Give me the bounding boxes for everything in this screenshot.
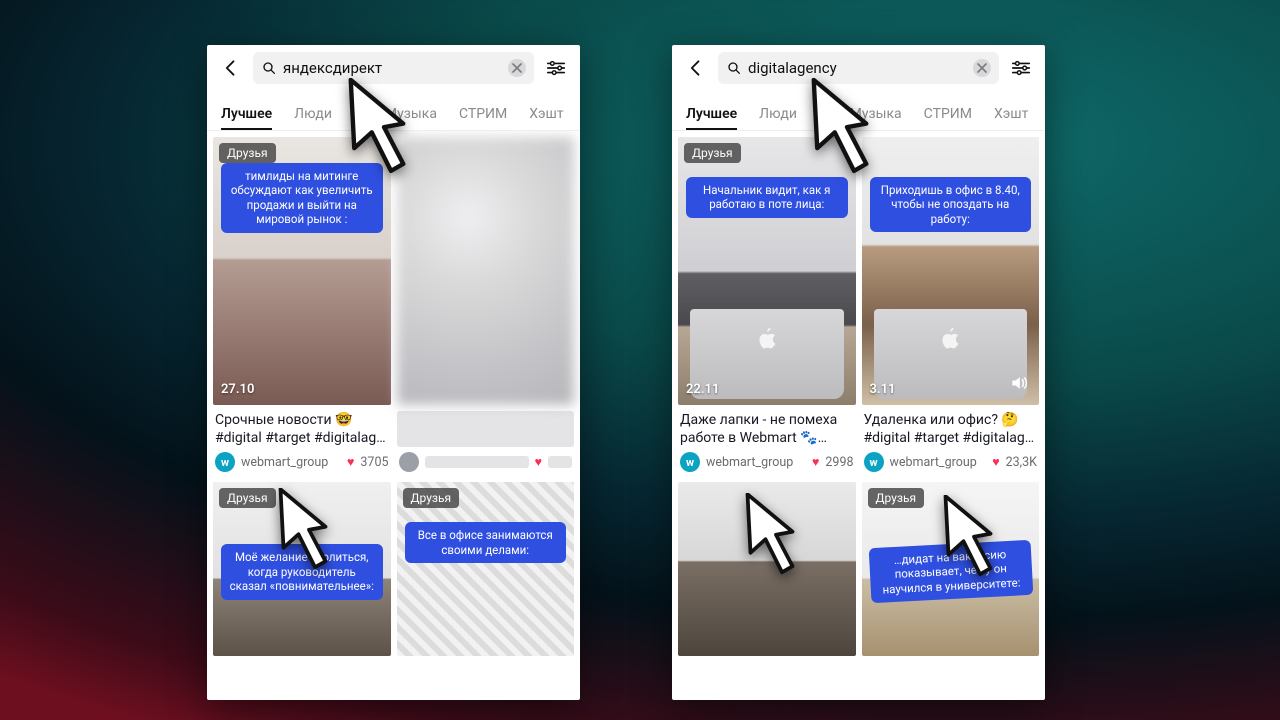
avatar[interactable] — [399, 452, 419, 472]
video-card[interactable]: Друзья тимлиды на митинге обсуждают как … — [213, 137, 391, 482]
tab-stream[interactable]: СТРИМ — [459, 106, 507, 130]
likes-count: 2998 — [825, 455, 853, 470]
avatar[interactable]: w — [680, 452, 700, 472]
tab-hashtag[interactable]: Хэшт — [994, 106, 1028, 130]
tab-people[interactable]: Люди — [294, 106, 332, 130]
back-icon — [686, 58, 706, 78]
video-meta: w webmart_group ♥ 23,3K — [862, 447, 1040, 482]
video-thumbnail[interactable]: Приходишь в офис в 8.40, чтобы не опозда… — [862, 137, 1040, 405]
video-caption-blurred — [397, 411, 575, 447]
back-button[interactable] — [217, 54, 245, 82]
overlay-caption: Приходишь в офис в 8.40, чтобы не опозда… — [870, 177, 1032, 232]
likes-count: 23,3K — [1006, 455, 1037, 470]
username-blurred — [425, 456, 529, 468]
tab-best[interactable]: Лучшее — [221, 106, 272, 130]
tab-best[interactable]: Лучшее — [686, 106, 737, 130]
likes-count: 3705 — [360, 455, 388, 470]
tab-people[interactable]: Люди — [759, 106, 797, 130]
annotation-arrow — [273, 488, 333, 573]
filter-icon — [545, 57, 567, 79]
video-date: 22.11 — [686, 382, 719, 397]
filter-button[interactable] — [542, 54, 570, 82]
close-icon — [512, 63, 522, 73]
annotation-arrow — [938, 495, 998, 580]
friends-badge: Друзья — [403, 488, 460, 508]
video-thumbnail[interactable] — [397, 137, 575, 405]
username[interactable]: webmart_group — [241, 455, 341, 470]
clear-search-button[interactable] — [973, 59, 991, 77]
back-button[interactable] — [682, 54, 710, 82]
avatar[interactable]: w — [215, 452, 235, 472]
username[interactable]: webmart_group — [706, 455, 806, 470]
search-text: яндексдирект — [283, 59, 502, 77]
heart-icon: ♥ — [347, 455, 354, 470]
video-card[interactable]: ♥ — [397, 137, 575, 482]
video-caption: Даже лапки - не помеха работе в Webmart … — [678, 411, 856, 447]
video-date: 3.11 — [870, 382, 896, 397]
close-icon — [977, 63, 987, 73]
search-text: digitalagency — [748, 59, 967, 77]
friends-badge: Друзья — [684, 143, 741, 163]
video-meta: w webmart_group ♥ 2998 — [678, 447, 856, 482]
heart-icon: ♥ — [535, 455, 542, 470]
tab-stream[interactable]: СТРИМ — [924, 106, 972, 130]
friends-badge: Друзья — [868, 488, 925, 508]
apple-logo-icon — [938, 325, 962, 353]
tab-hashtag[interactable]: Хэшт — [529, 106, 563, 130]
avatar[interactable]: w — [864, 452, 884, 472]
apple-logo-icon — [755, 325, 779, 353]
filter-button[interactable] — [1007, 54, 1035, 82]
search-icon — [726, 60, 742, 76]
video-card[interactable]: Друзья Начальник видит, как я работаю в … — [678, 137, 856, 482]
video-meta: ♥ — [397, 447, 575, 482]
video-date: 27.10 — [221, 382, 254, 397]
heart-icon: ♥ — [812, 455, 819, 470]
overlay-caption: Все в офисе занимаются своими делами: — [405, 522, 567, 563]
overlay-caption: Начальник видит, как я работаю в поте ли… — [686, 177, 848, 218]
sound-icon[interactable] — [1009, 373, 1029, 397]
video-meta: w webmart_group ♥ 3705 — [213, 447, 391, 482]
clear-search-button[interactable] — [508, 59, 526, 77]
laptop-prop — [874, 309, 1028, 399]
video-caption: Срочные новости 🤓 #digital #target #digi… — [213, 411, 391, 447]
video-caption: Удаленка или офис? 🤔 #digital #target #d… — [862, 411, 1040, 447]
annotation-arrow — [342, 78, 412, 178]
heart-icon: ♥ — [992, 455, 999, 470]
feed[interactable]: Друзья тимлиды на митинге обсуждают как … — [207, 131, 580, 700]
annotation-arrow — [740, 493, 800, 578]
video-card[interactable]: Друзья Все в офисе занимаются своими дел… — [397, 482, 575, 656]
username[interactable]: webmart_group — [890, 455, 987, 470]
back-icon — [221, 58, 241, 78]
friends-badge: Друзья — [219, 488, 276, 508]
feed[interactable]: Друзья Начальник видит, как я работаю в … — [672, 131, 1045, 700]
filter-icon — [1010, 57, 1032, 79]
video-card[interactable]: Приходишь в офис в 8.40, чтобы не опозда… — [862, 137, 1040, 482]
video-thumbnail[interactable]: Друзья Все в офисе занимаются своими дел… — [397, 482, 575, 656]
annotation-arrow — [805, 78, 875, 178]
friends-badge: Друзья — [219, 143, 276, 163]
search-icon — [261, 60, 277, 76]
likes-blurred — [548, 456, 572, 468]
